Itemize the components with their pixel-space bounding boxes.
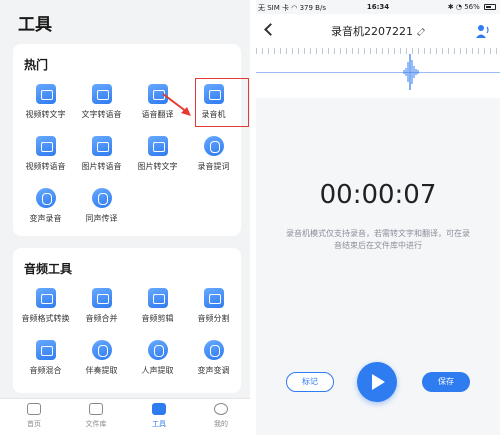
vocal-extract-icon	[147, 340, 168, 360]
accompaniment-icon	[91, 340, 112, 360]
tool-label: 变声变调	[197, 366, 230, 375]
profile-icon	[214, 403, 228, 415]
tool-video-to-audio[interactable]: 视频转语音	[17, 136, 74, 186]
audio-merge-icon	[91, 288, 112, 308]
tool-label: 音频合并	[85, 314, 118, 323]
tab-label: 我的	[214, 420, 228, 428]
tool-label: 图片转文字	[137, 162, 178, 171]
tool-label: 音频格式转换	[21, 314, 70, 323]
tool-vocal-extract[interactable]: 人声提取	[129, 340, 186, 390]
play-button[interactable]	[357, 362, 397, 402]
recording-title[interactable]: 录音机2207221	[256, 23, 500, 39]
tools-screen: 工具 热门 视频转文字 文字转语音 语音翻译 录音机 视频转语音 图片转语音 图…	[0, 0, 250, 435]
speaker-person-icon[interactable]	[476, 24, 490, 38]
recorder-screen: 无 SIM 卡 ◠ 379 B/s 16:34 ✱ ◔ 56% 录音机22072…	[256, 0, 500, 435]
folder-icon	[89, 403, 103, 415]
tool-label: 音频分割	[197, 314, 230, 323]
tool-label: 录音提词	[197, 162, 230, 171]
tool-pitch-change[interactable]: 变声变调	[185, 340, 242, 390]
pitch-change-icon	[203, 340, 224, 360]
battery-percent: 56%	[464, 3, 480, 11]
tool-label: 人声提取	[141, 366, 174, 375]
tool-accompaniment[interactable]: 伴奏提取	[73, 340, 130, 390]
tool-label: 同声传译	[85, 214, 118, 223]
tab-files[interactable]: 文件库	[76, 403, 116, 429]
audio-cut-icon	[147, 288, 168, 308]
tool-audio-merge[interactable]: 音频合并	[73, 288, 130, 338]
tool-label: 音频混合	[29, 366, 62, 375]
tool-video-to-text[interactable]: 视频转文字	[17, 84, 74, 134]
format-convert-icon	[35, 288, 56, 308]
text-speech-icon	[91, 84, 112, 104]
alarm-icon: ◔	[455, 3, 462, 11]
tool-format-convert[interactable]: 音频格式转换	[17, 288, 74, 338]
toolbox-icon	[152, 403, 166, 415]
tool-label: 变声录音	[29, 214, 62, 223]
video-audio-icon	[35, 136, 56, 156]
home-icon	[27, 403, 41, 415]
tool-audio-cut[interactable]: 音频剪辑	[129, 288, 186, 338]
tool-label: 视频转语音	[25, 162, 66, 171]
pointer-arrow-icon	[162, 93, 191, 116]
tab-tools[interactable]: 工具	[139, 403, 179, 429]
tool-text-to-speech[interactable]: 文字转语音	[73, 84, 130, 134]
teleprompter-icon	[203, 136, 224, 156]
tool-image-to-text[interactable]: 图片转文字	[129, 136, 186, 186]
hot-tools-card: 热门 视频转文字 文字转语音 语音翻译 录音机 视频转语音 图片转语音 图片转文…	[13, 44, 249, 238]
audio-tools-card: 音频工具 音频格式转换 音频合并 音频剪辑 音频分割 音频混合 伴奏提取 人声提…	[13, 248, 241, 393]
tool-voice-change[interactable]: 变声录音	[17, 188, 74, 238]
audio-split-icon	[203, 288, 224, 308]
tool-label: 图片转语音	[81, 162, 122, 171]
section-title-hot: 热门	[24, 58, 49, 72]
waveform-bars	[403, 54, 419, 90]
status-right: ✱ ◔ 56%	[448, 3, 496, 11]
tab-profile[interactable]: 我的	[201, 403, 241, 429]
image-text-icon	[147, 136, 168, 156]
recorder-highlight-box	[195, 78, 249, 127]
tool-label: 音频剪辑	[141, 314, 174, 323]
tool-audio-mix[interactable]: 音频混合	[17, 340, 74, 390]
recording-name: 录音机2207221	[331, 25, 413, 38]
tool-teleprompter[interactable]: 录音提词	[185, 136, 242, 186]
tab-home[interactable]: 首页	[14, 403, 54, 429]
status-bar: 无 SIM 卡 ◠ 379 B/s 16:34 ✱ ◔ 56%	[256, 0, 500, 14]
waveform-display	[256, 48, 500, 98]
edit-pencil-icon[interactable]	[417, 28, 425, 36]
tab-label: 首页	[27, 420, 41, 428]
save-button[interactable]: 保存	[422, 372, 470, 392]
interpretation-icon	[91, 188, 112, 208]
recorder-hint-text: 录音机模式仅支持录音，若需转文字和翻译，可在录音结束后在文件库中进行	[286, 229, 470, 250]
page-title: 工具	[18, 15, 52, 35]
recording-timer: 00:00:07	[319, 180, 437, 210]
tool-interpretation[interactable]: 同声传译	[73, 188, 130, 238]
tab-label: 工具	[152, 420, 166, 428]
tab-label: 文件库	[85, 420, 107, 428]
video-text-icon	[35, 84, 56, 104]
image-audio-icon	[91, 136, 112, 156]
battery-icon	[484, 4, 496, 10]
tool-audio-split[interactable]: 音频分割	[185, 288, 242, 338]
tool-image-to-audio[interactable]: 图片转语音	[73, 136, 130, 186]
nav-bar: 录音机2207221	[256, 14, 500, 48]
tool-label: 视频转文字	[25, 110, 66, 119]
bottom-tab-bar: 首页 文件库 工具 我的	[0, 398, 250, 435]
mark-button[interactable]: 标记	[286, 372, 334, 392]
tool-label: 伴奏提取	[85, 366, 118, 375]
bluetooth-icon: ✱	[447, 3, 454, 11]
voice-change-icon	[35, 188, 56, 208]
section-title-audio: 音频工具	[24, 262, 73, 276]
audio-mix-icon	[35, 340, 56, 360]
tool-label: 文字转语音	[81, 110, 122, 119]
